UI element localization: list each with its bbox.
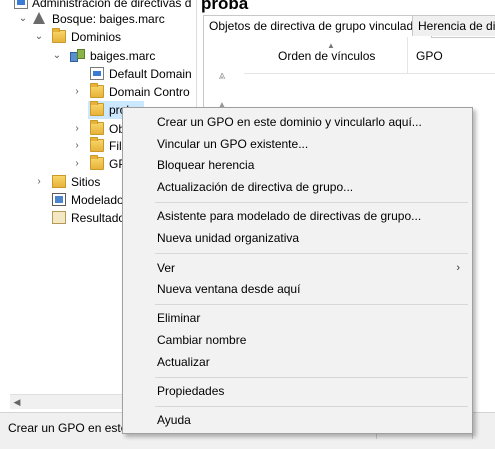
menu-separator [155, 253, 468, 254]
tree-item-ou3[interactable]: › Fil [0, 137, 122, 155]
menu-separator [155, 377, 468, 378]
tree-item-sites[interactable]: › Sitios [0, 173, 122, 191]
expand-arrow-icon[interactable]: › [72, 83, 82, 101]
menu-item-view[interactable]: Ver › [125, 257, 470, 279]
tab-strip: Objetos de directiva de grupo vinculados… [203, 15, 495, 38]
collapse-arrow-icon[interactable]: ⌄ [34, 28, 44, 46]
menu-separator [155, 202, 468, 203]
expand-arrow-icon[interactable]: › [72, 155, 82, 173]
tree-item-domain-controllers[interactable]: › Domain Contro [0, 83, 196, 101]
ou-folder-icon [90, 83, 104, 98]
tree-item-results[interactable]: Resultado [0, 209, 126, 227]
tree-item-forest-label: Bosque: baiges.marc [52, 12, 165, 26]
tree-item-ou3-label: Fil [109, 139, 122, 153]
tree-item-default-policy-label: Default Domain [109, 67, 192, 81]
tree-item-modeling-label: Modelado [71, 193, 124, 207]
tree-item-domain-controllers-label: Domain Contro [109, 85, 190, 99]
menu-item-help[interactable]: Ayuda [125, 409, 470, 431]
folder-icon [52, 28, 66, 43]
expand-arrow-icon[interactable]: › [72, 137, 82, 155]
tab-inheritance[interactable]: Herencia de direc [412, 15, 495, 36]
modeling-icon [52, 193, 66, 206]
sites-icon [52, 175, 66, 188]
menu-item-rename[interactable]: Cambiar nombre [125, 329, 470, 351]
menu-item-new-ou[interactable]: Nueva unidad organizativa [125, 227, 470, 249]
results-icon [52, 211, 66, 224]
menu-separator [155, 304, 468, 305]
menu-item-gpupdate[interactable]: Actualización de directiva de grupo... [125, 176, 470, 198]
menu-item-link-gpo[interactable]: Vincular un GPO existente... [125, 133, 470, 155]
tree-item-modeling[interactable]: Modelado [0, 191, 124, 209]
tab-linked-gpos[interactable]: Objetos de directiva de grupo vinculados [203, 15, 432, 38]
menu-item-delete[interactable]: Eliminar [125, 307, 470, 329]
tree-item-ou4[interactable]: › GP [0, 155, 126, 173]
menu-separator [155, 406, 468, 407]
expand-arrow-icon[interactable]: › [34, 173, 44, 191]
menu-item-properties[interactable]: Propiedades [125, 380, 470, 402]
menu-item-block-inheritance[interactable]: Bloquear herencia [125, 154, 470, 176]
gpo-link-icon [90, 67, 104, 80]
move-top-icon[interactable]: ⩓ [212, 65, 232, 85]
folder-icon [90, 155, 104, 170]
grid-header: ▲ Orden de vínculos GPO [244, 37, 495, 74]
tree-item-default-policy[interactable]: Default Domain [0, 65, 196, 83]
tree-item-ou2[interactable]: › Ob [0, 120, 125, 138]
domain-icon [70, 49, 85, 62]
collapse-arrow-icon[interactable]: ⌄ [52, 47, 62, 65]
forest-icon [32, 12, 46, 25]
menu-item-view-label: Ver [157, 261, 176, 275]
ou-folder-icon [90, 101, 104, 116]
menu-item-create-gpo[interactable]: Crear un GPO en este dominio y vincularl… [125, 111, 470, 133]
scroll-left-icon[interactable]: ◀ [10, 395, 24, 409]
tree-item-results-label: Resultado [71, 211, 126, 225]
tree-item-domain-label: baiges.marc [90, 49, 156, 63]
submenu-arrow-icon: › [456, 262, 460, 274]
context-menu: Crear un GPO en este dominio y vincularl… [122, 107, 473, 434]
tree-item-sites-label: Sitios [71, 175, 101, 189]
menu-item-new-window[interactable]: Nueva ventana desde aquí [125, 278, 470, 300]
menu-item-refresh[interactable]: Actualizar [125, 351, 470, 373]
page-title: proba [201, 0, 249, 13]
folder-icon [90, 120, 104, 135]
gpmc-icon [14, 0, 28, 9]
tree-item-domains-label: Dominios [71, 30, 122, 44]
tree-item-forest[interactable]: ⌄ Bosque: baiges.marc [0, 10, 196, 28]
menu-item-modeling-wizard[interactable]: Asistente para modelado de directivas de… [125, 205, 470, 227]
folder-icon [90, 137, 104, 152]
collapse-arrow-icon[interactable]: ⌄ [18, 10, 28, 28]
status-text: Crear un GPO en este d [8, 421, 138, 435]
column-header-link-order[interactable]: Orden de vínculos [244, 37, 408, 73]
expand-arrow-icon[interactable]: › [72, 120, 82, 138]
tree-item-domain[interactable]: ⌄ baiges.marc [0, 47, 196, 65]
column-header-gpo[interactable]: GPO [408, 37, 443, 73]
tree-item-domains[interactable]: ⌄ Dominios [0, 28, 196, 46]
